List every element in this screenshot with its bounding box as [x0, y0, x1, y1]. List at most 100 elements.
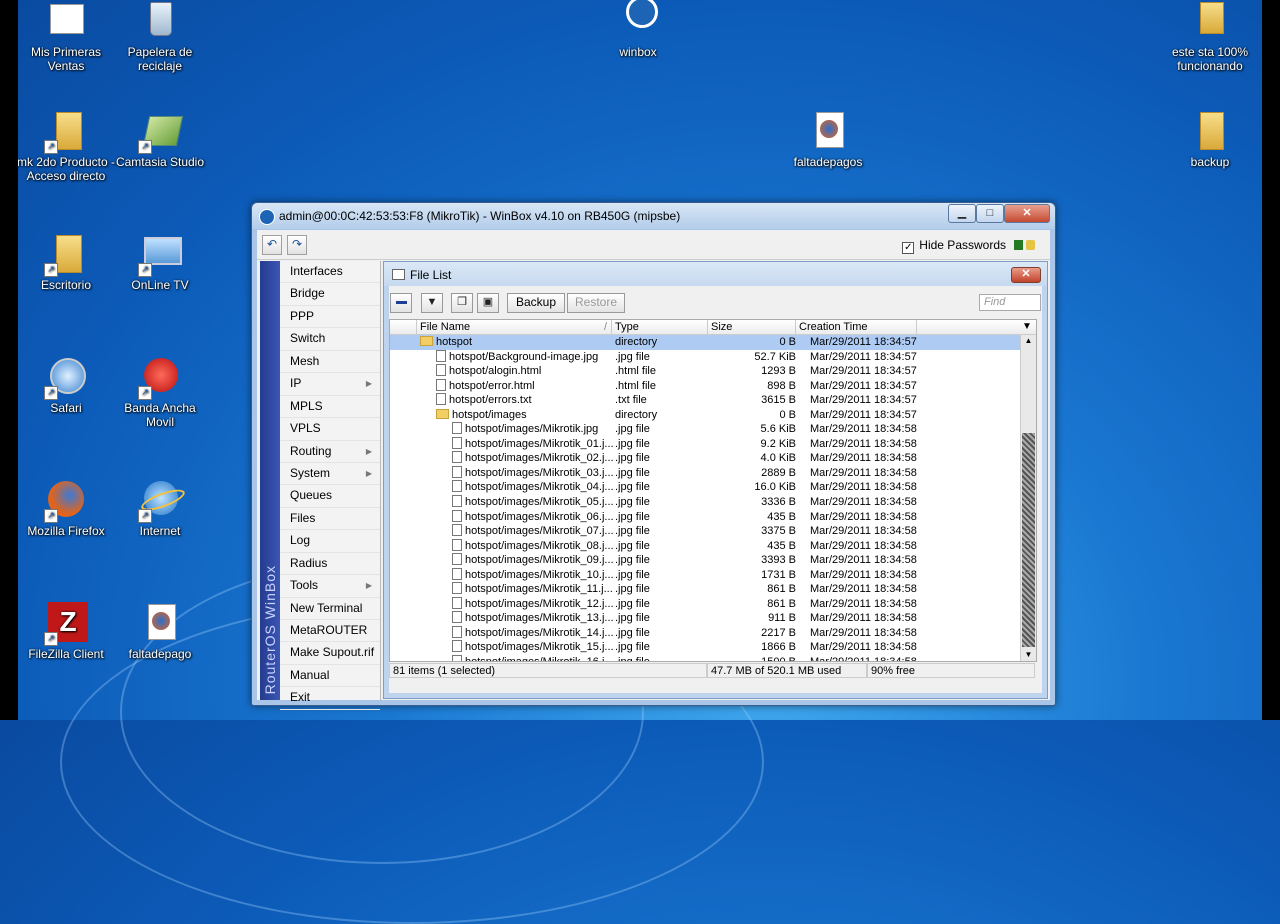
vertical-scrollbar[interactable]: ▲ ▼ — [1020, 335, 1036, 661]
backup-button[interactable]: Backup — [507, 293, 565, 313]
table-row[interactable]: hotspot/images/Mikrotik_14.j... .jpg file… — [390, 625, 1021, 641]
menu-item-interfaces[interactable]: Interfaces — [280, 261, 380, 284]
column-creation-time[interactable]: Creation Time — [796, 320, 917, 334]
menu-item-new-terminal[interactable]: New Terminal — [280, 598, 380, 620]
menu-item-ip[interactable]: IP ▶ — [280, 373, 380, 396]
desktop-icon-mk-2do-producto[interactable]: ↗ mk 2do Producto - Acceso directo — [16, 112, 116, 183]
file-icon — [452, 553, 462, 566]
table-row[interactable]: hotspot/errors.txt .txt file 3615 B Mar/29/… — [390, 393, 1021, 408]
table-row[interactable]: hotspot/images/Mikrotik_09.j... .jpg file… — [390, 553, 1021, 568]
table-row[interactable]: hotspot/images/Mikrotik_06.j... .jpg file… — [390, 509, 1021, 525]
menu-item-label: Bridge — [290, 286, 325, 301]
cell-size: 0 B — [779, 408, 796, 421]
menu-item-mpls[interactable]: MPLS — [280, 396, 380, 419]
table-row[interactable]: hotspot/images/Mikrotik_05.j... .jpg file… — [390, 495, 1021, 510]
maximize-button[interactable]: □ — [976, 204, 1004, 223]
desktop-icon-faltadepagos[interactable]: faltadepagos — [778, 112, 878, 169]
copy-icon[interactable]: ❐ — [451, 293, 473, 313]
checkbox-icon[interactable]: ✓ — [902, 242, 915, 254]
scroll-up-icon[interactable]: ▲ — [1021, 335, 1036, 347]
desktop-icon-este-sta[interactable]: este sta 100% funcionando — [1160, 2, 1260, 73]
menu-item-radius[interactable]: Radius — [280, 553, 380, 576]
file-icon — [452, 596, 462, 609]
filter-icon[interactable]: ▼ — [421, 293, 443, 313]
file-icon — [452, 640, 462, 653]
cell-creation-time: Mar/29/2011 18:34:57 — [810, 408, 917, 421]
menu-item-routing[interactable]: Routing ▶ — [280, 441, 380, 463]
ie-icon: ↗ — [138, 481, 188, 523]
table-row[interactable]: hotspot/images/Mikrotik_04.j... .jpg file… — [390, 480, 1021, 495]
table-row[interactable]: hotspot/images/Mikrotik_02.j... .jpg file… — [390, 451, 1021, 466]
table-row[interactable]: hotspot/images/Mikrotik_13.j... .jpg file… — [390, 611, 1021, 626]
scroll-thumb[interactable] — [1022, 433, 1035, 647]
window-titlebar[interactable]: admin@00:0C:42:53:53:F8 (MikroTik) - Win… — [252, 203, 1055, 229]
file-name-text: hotspot/images/Mikrotik_05.j... — [465, 496, 614, 509]
menu-item-mesh[interactable]: Mesh — [280, 351, 380, 374]
file-name-text: hotspot/images/Mikrotik_01.j... — [465, 437, 614, 450]
table-row[interactable]: hotspot/images/Mikrotik_16.j....jpg file… — [390, 655, 1021, 661]
cell-size: 861 B — [767, 597, 796, 610]
desktop-icon-escritorio[interactable]: ↗ Escritorio — [16, 235, 116, 292]
scroll-down-icon[interactable]: ▼ — [1021, 649, 1036, 661]
menu-item-manual[interactable]: Manual — [280, 665, 380, 688]
desktop-icon-camtasia[interactable]: ↗ Camtasia Studio — [110, 112, 210, 169]
menu-item-tools[interactable]: Tools ▶ — [280, 575, 380, 598]
menu-item-bridge[interactable]: Bridge — [280, 283, 380, 306]
redo-icon[interactable]: ↷ — [287, 235, 307, 255]
menu-item-log[interactable]: Log — [280, 530, 380, 553]
table-row[interactable]: hotspot/error.html .html file 898 B Mar/29/… — [390, 378, 1021, 394]
column-type[interactable]: Type — [612, 320, 708, 334]
file-icon — [452, 611, 462, 624]
desktop-icon-banda-ancha[interactable]: ↗ Banda Ancha Movil — [110, 358, 210, 429]
minimize-button[interactable]: ▁ — [948, 204, 976, 223]
menu-item-make-supout-rif[interactable]: Make Supout.rif — [280, 642, 380, 665]
table-row[interactable]: hotspot/Background-image.jpg .jpg file 52.… — [390, 349, 1021, 365]
desktop-icon-safari[interactable]: ↗ Safari — [16, 358, 116, 415]
table-row[interactable]: hotspot/images/Mikrotik_11.j... .jpg file… — [390, 582, 1021, 597]
desktop-icon-online-tv[interactable]: ↗ OnLine TV — [110, 235, 210, 292]
undo-icon[interactable]: ↶ — [262, 235, 282, 255]
table-row[interactable]: hotspot/images/Mikrotik_08.j... .jpg file… — [390, 538, 1021, 554]
find-input[interactable]: Find — [979, 294, 1041, 311]
desktop-icon-winbox[interactable]: winbox — [588, 0, 688, 59]
table-row[interactable]: hotspot/images/Mikrotik.jpg .jpg file 5.6 … — [390, 422, 1021, 437]
table-row[interactable]: hotspot/images/Mikrotik_15.j... .jpg file… — [390, 640, 1021, 655]
menu-item-switch[interactable]: Switch — [280, 328, 380, 351]
desktop-icon-internet[interactable]: ↗ Internet — [110, 481, 210, 538]
desktop-icon-filezilla[interactable]: Z ↗ FileZilla Client — [16, 602, 116, 661]
menu-item-label: Routing — [290, 443, 332, 458]
restore-button[interactable]: Restore — [567, 293, 625, 313]
close-button[interactable]: ✕ — [1004, 204, 1050, 223]
menu-item-system[interactable]: System ▶ — [280, 463, 380, 486]
menu-item-ppp[interactable]: PPP — [280, 306, 380, 329]
column-menu-icon[interactable]: ▼ — [1018, 320, 1036, 334]
table-row[interactable]: hotspot directory 0 B Mar/29/2011 18:34:57 — [390, 335, 1021, 350]
file-list-close-button[interactable]: ✕ — [1011, 267, 1041, 283]
column-file-name[interactable]: File Name / — [417, 320, 612, 334]
table-row[interactable]: hotspot/images/Mikrotik_10.j... .jpg file… — [390, 567, 1021, 583]
table-row[interactable]: hotspot/images/Mikrotik_01.j... .jpg file… — [390, 436, 1021, 452]
remove-icon[interactable] — [390, 293, 412, 313]
paste-icon[interactable]: ▣ — [477, 293, 499, 313]
table-row[interactable]: hotspot/images/Mikrotik_03.j... .jpg file… — [390, 465, 1021, 481]
desktop-icon-mis-primeras-ventas[interactable]: Mis Primeras Ventas — [16, 2, 116, 73]
table-row[interactable]: hotspot/images/Mikrotik_07.j... .jpg file… — [390, 524, 1021, 539]
cell-file-name: hotspot/errors.txt — [420, 393, 626, 408]
menu-item-metarouter[interactable]: MetaROUTER — [280, 620, 380, 643]
table-row[interactable]: hotspot/alogin.html .html file 1293 B Mar/2… — [390, 364, 1021, 379]
menu-item-vpls[interactable]: VPLS — [280, 418, 380, 441]
table-row[interactable]: hotspot/images directory 0 B Mar/29/2011 18… — [390, 408, 1021, 423]
file-list-titlebar[interactable]: File List ✕ — [384, 262, 1047, 286]
desktop-icon-backup[interactable]: backup — [1160, 112, 1260, 169]
menu-item-queues[interactable]: Queues — [280, 485, 380, 508]
cell-creation-time: Mar/29/2011 18:34:57 — [810, 394, 917, 407]
desktop-icon-recycle-bin[interactable]: Papelera de reciclaje — [110, 2, 210, 73]
menu-item-files[interactable]: Files — [280, 508, 380, 531]
cell-file-name: hotspot/images/Mikrotik_04.j... — [420, 480, 642, 495]
menu-item-exit[interactable]: Exit — [280, 687, 380, 710]
hide-passwords-toggle[interactable]: ✓ Hide Passwords — [902, 238, 1035, 254]
desktop-icon-faltadepago[interactable]: faltadepago — [110, 604, 210, 661]
column-size[interactable]: Size — [708, 320, 796, 334]
desktop-icon-firefox[interactable]: ↗ Mozilla Firefox — [16, 481, 116, 538]
table-row[interactable]: hotspot/images/Mikrotik_12.j... .jpg file… — [390, 596, 1021, 612]
